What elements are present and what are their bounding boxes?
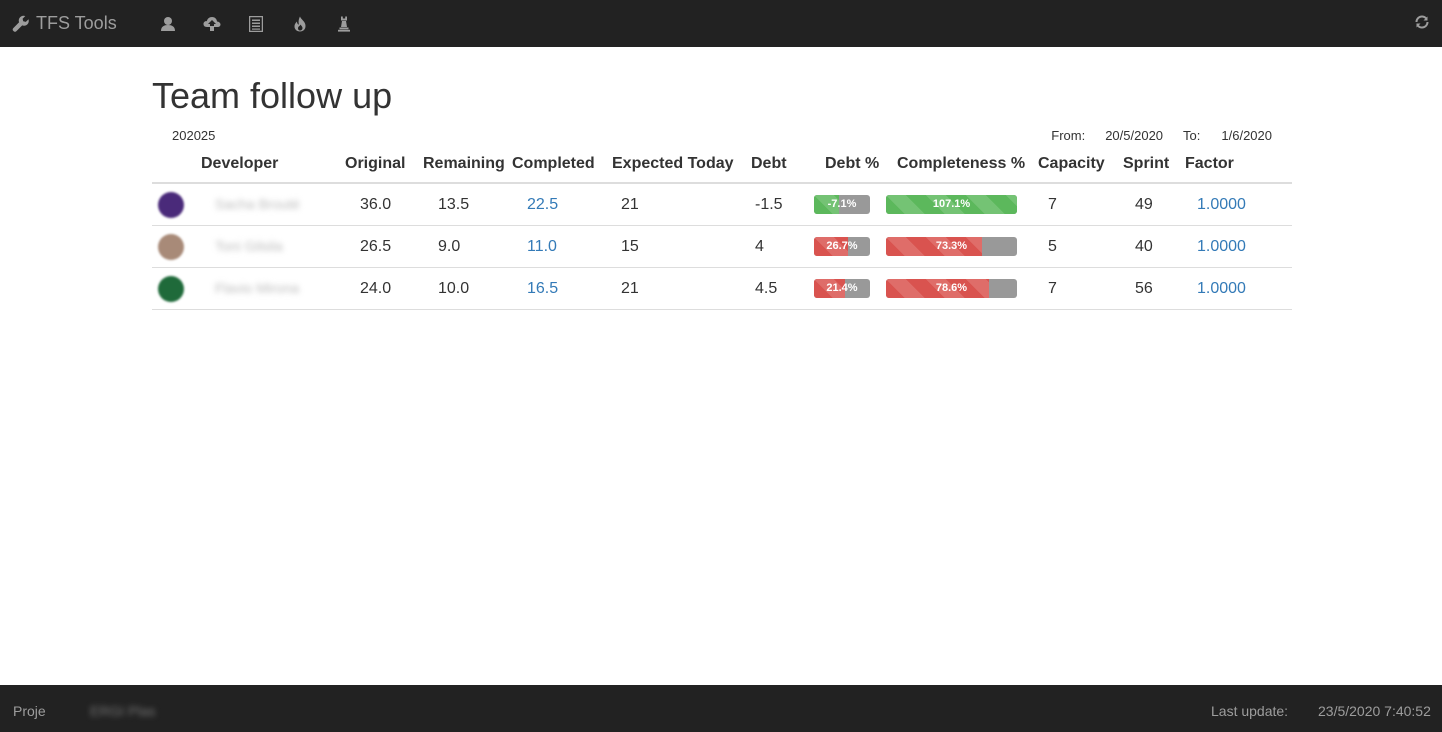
completeness-progress-bar: 73.3% — [886, 237, 1017, 256]
footer: Proje ERGI Plas Last update: 23/5/2020 7… — [0, 685, 1442, 732]
nav-tower[interactable] — [322, 0, 366, 47]
header-remaining[interactable]: Remaining — [420, 146, 506, 184]
project-value: ERGI Plas — [90, 703, 156, 719]
header-capacity[interactable]: Capacity — [1033, 146, 1118, 184]
table-row: Flavio Mirona 24.0 10.0 16.5 21 4.5 21.4… — [152, 267, 1292, 310]
original-value: 24.0 — [336, 267, 420, 310]
completeness-progress-label: 107.1% — [932, 198, 971, 210]
to-value: 1/6/2020 — [1221, 128, 1272, 143]
team-table: Developer Original Remaining Completed E… — [152, 146, 1292, 310]
debt-progress-label: 26.7% — [826, 240, 858, 252]
header-developer[interactable]: Developer — [201, 146, 336, 184]
tower-icon — [337, 16, 351, 32]
completed-link[interactable]: 16.5 — [527, 280, 558, 297]
cloud-upload-icon — [203, 16, 221, 32]
debt-progress-label: 21.4% — [826, 282, 858, 294]
page-title: Team follow up — [152, 75, 393, 116]
header-debt-pct[interactable]: Debt % — [814, 146, 886, 184]
capacity-value: 5 — [1033, 225, 1118, 268]
user-icon — [160, 16, 176, 32]
header-completed[interactable]: Completed — [506, 146, 601, 184]
header-original[interactable]: Original — [336, 146, 420, 184]
brand[interactable]: TFS Tools — [12, 0, 117, 47]
header-expected-today[interactable]: Expected Today — [601, 146, 740, 184]
expected-value: 21 — [601, 183, 740, 226]
developer-name: Flavio Mirona — [215, 279, 300, 296]
header-factor[interactable]: Factor — [1182, 146, 1292, 184]
developer-name: Sacha Brouté — [215, 195, 300, 212]
avatar — [158, 233, 184, 260]
factor-link[interactable]: 1.0000 — [1197, 196, 1246, 213]
project-label: Proje — [13, 703, 46, 719]
wrench-icon — [12, 15, 30, 33]
debt-progress-bar: 26.7% — [814, 237, 870, 256]
sprint-id: 202025 — [172, 128, 216, 143]
nav-user[interactable] — [146, 0, 190, 47]
refresh-button[interactable] — [1414, 14, 1432, 32]
expected-value: 15 — [601, 225, 740, 268]
nav-upload[interactable] — [190, 0, 234, 47]
developer-name: Toni Gilsila — [215, 237, 283, 254]
completeness-progress-label: 73.3% — [935, 240, 968, 252]
brand-title: TFS Tools — [36, 13, 117, 33]
completeness-progress-bar: 107.1% — [886, 195, 1017, 214]
completed-link[interactable]: 11.0 — [527, 238, 557, 255]
nav-burndown[interactable] — [278, 0, 322, 47]
debt-value: 4.5 — [740, 267, 814, 310]
sprint-value: 56 — [1118, 267, 1182, 310]
date-range: From: 20/5/2020 To: 1/6/2020 — [1051, 128, 1272, 143]
to-label: To: — [1183, 128, 1201, 143]
avatar — [158, 275, 184, 302]
original-value: 26.5 — [336, 225, 420, 268]
expected-value: 21 — [601, 267, 740, 310]
from-value: 20/5/2020 — [1105, 128, 1164, 143]
list-alt-icon — [249, 15, 263, 32]
header-completeness[interactable]: Completeness % — [886, 146, 1033, 184]
capacity-value: 7 — [1033, 267, 1118, 310]
navbar: TFS Tools — [0, 0, 1442, 47]
header-debt[interactable]: Debt — [740, 146, 814, 184]
table-row: Sacha Brouté 36.0 13.5 22.5 21 -1.5 -7.1… — [152, 183, 1292, 226]
completed-link[interactable]: 22.5 — [527, 196, 558, 213]
remaining-value: 13.5 — [420, 183, 506, 226]
capacity-value: 7 — [1033, 183, 1118, 226]
original-value: 36.0 — [336, 183, 420, 226]
table-header-row: Developer Original Remaining Completed E… — [152, 146, 1292, 184]
last-update-label: Last update: — [1211, 703, 1289, 719]
nav-list[interactable] — [234, 0, 278, 47]
from-label: From: — [1051, 128, 1086, 143]
factor-link[interactable]: 1.0000 — [1197, 280, 1246, 297]
debt-progress-label: -7.1% — [827, 198, 857, 210]
completeness-progress-bar: 78.6% — [886, 279, 1017, 298]
remaining-value: 9.0 — [420, 225, 506, 268]
factor-link[interactable]: 1.0000 — [1197, 238, 1246, 255]
completeness-progress-label: 78.6% — [935, 282, 968, 294]
avatar — [158, 191, 184, 218]
sprint-value: 49 — [1118, 183, 1182, 226]
header-sprint[interactable]: Sprint — [1118, 146, 1182, 184]
remaining-value: 10.0 — [420, 267, 506, 310]
debt-progress-bar: -7.1% — [814, 195, 870, 214]
debt-progress-bar: 21.4% — [814, 279, 870, 298]
debt-value: -1.5 — [740, 183, 814, 226]
refresh-icon — [1414, 15, 1430, 34]
last-update-value: 23/5/2020 7:40:52 — [1318, 703, 1431, 719]
fire-icon — [293, 16, 307, 32]
table-row: Toni Gilsila 26.5 9.0 11.0 15 4 26.7% 73… — [152, 225, 1292, 268]
sprint-value: 40 — [1118, 225, 1182, 268]
debt-value: 4 — [740, 225, 814, 268]
